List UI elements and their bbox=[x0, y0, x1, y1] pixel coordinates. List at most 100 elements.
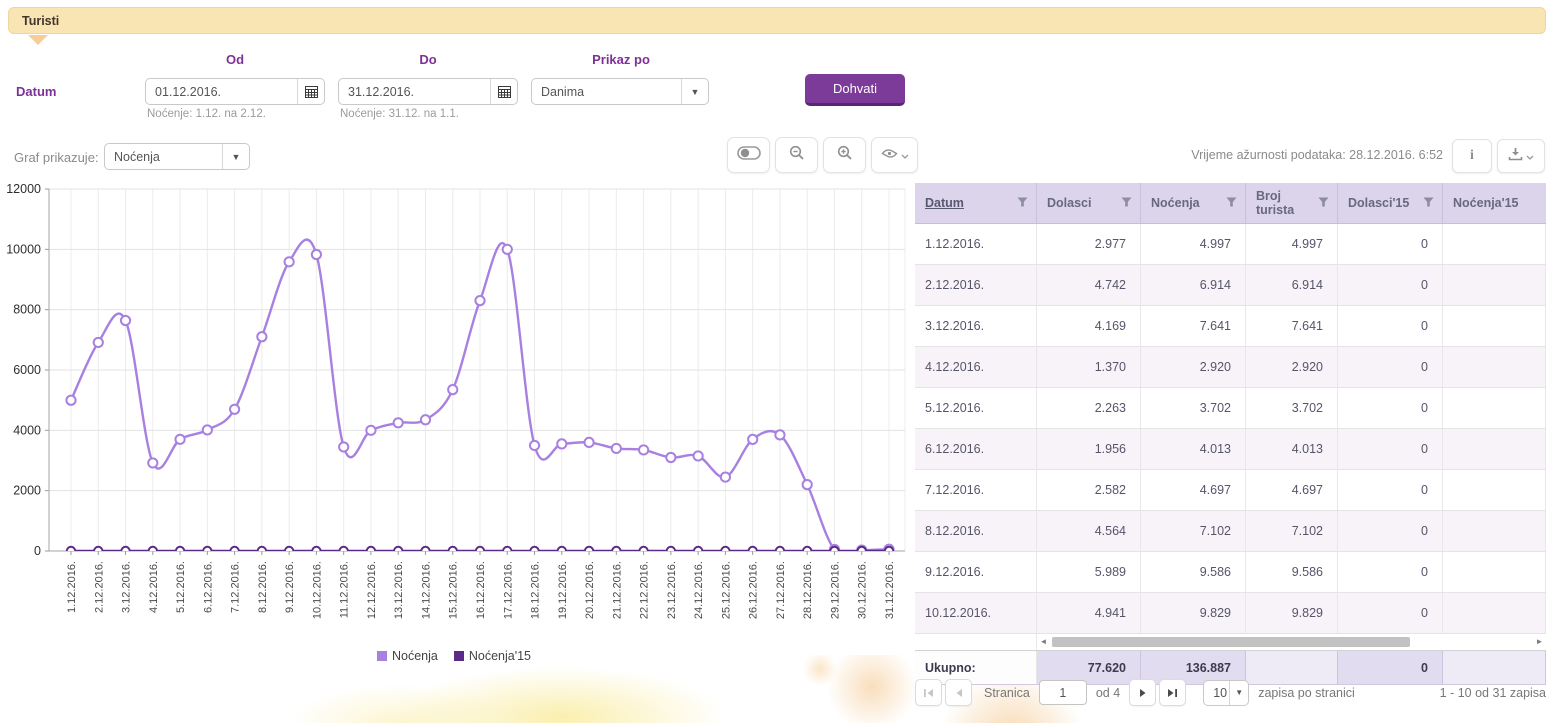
table-row[interactable]: 4.12.2016.1.3702.9202.9200 bbox=[915, 347, 1546, 388]
calendar-icon[interactable] bbox=[297, 79, 324, 104]
svg-text:23.12.2016.: 23.12.2016. bbox=[666, 561, 678, 619]
column-header-2[interactable]: Dolasci bbox=[1037, 183, 1141, 223]
next-page-button[interactable] bbox=[1129, 679, 1156, 706]
legend-item[interactable]: Noćenja bbox=[377, 649, 438, 663]
download-button[interactable] bbox=[1497, 139, 1545, 173]
dohvati-button[interactable]: Dohvati bbox=[805, 74, 905, 106]
table-row[interactable]: 6.12.2016.1.9564.0134.0130 bbox=[915, 429, 1546, 470]
chevron-down-icon bbox=[901, 146, 909, 164]
column-header-5[interactable]: Dolasci'15 bbox=[1338, 183, 1443, 223]
cell-value: 4.941 bbox=[1037, 593, 1141, 633]
table-row[interactable]: 7.12.2016.2.5824.6974.6970 bbox=[915, 470, 1546, 511]
svg-text:28.12.2016.: 28.12.2016. bbox=[802, 561, 814, 619]
visibility-menu-button[interactable] bbox=[871, 137, 918, 173]
filter-icon[interactable] bbox=[1318, 196, 1329, 210]
cell-value: 3.702 bbox=[1141, 388, 1246, 428]
cell-value: 9.829 bbox=[1141, 593, 1246, 633]
cell-date: 10.12.2016. bbox=[915, 593, 1037, 633]
column-header-label: Dolasci bbox=[1047, 196, 1091, 210]
column-header-3[interactable]: Noćenja bbox=[1141, 183, 1246, 223]
info-icon: i bbox=[1470, 148, 1474, 164]
table-row[interactable]: 8.12.2016.4.5647.1027.1020 bbox=[915, 511, 1546, 552]
svg-text:30.12.2016.: 30.12.2016. bbox=[857, 561, 869, 619]
cell-value: 4.169 bbox=[1037, 306, 1141, 346]
cell-value: 0 bbox=[1338, 470, 1443, 510]
date-to-field[interactable]: 31.12.2016. bbox=[338, 78, 518, 105]
toggle-series-button[interactable] bbox=[727, 137, 770, 173]
zoom-in-button[interactable] bbox=[823, 137, 866, 173]
svg-text:0: 0 bbox=[34, 544, 41, 558]
cell-value: 0 bbox=[1338, 429, 1443, 469]
cell-value: 6.914 bbox=[1141, 265, 1246, 305]
column-header-1[interactable]: Datum bbox=[915, 183, 1037, 223]
prikaz-po-select[interactable]: Danima ▼ bbox=[531, 78, 709, 105]
cell-value bbox=[1443, 593, 1546, 633]
chevron-down-icon: ▼ bbox=[222, 144, 249, 169]
cell-value: 0 bbox=[1338, 265, 1443, 305]
table-row[interactable]: 1.12.2016.2.9774.9974.9970 bbox=[915, 224, 1546, 265]
filter-icon[interactable] bbox=[1226, 196, 1237, 210]
svg-text:20.12.2016.: 20.12.2016. bbox=[584, 561, 596, 619]
svg-text:27.12.2016.: 27.12.2016. bbox=[775, 561, 787, 619]
cell-value: 9.586 bbox=[1246, 552, 1338, 592]
cell-value: 7.641 bbox=[1246, 306, 1338, 346]
legend-swatch bbox=[454, 651, 464, 661]
info-button[interactable]: i bbox=[1452, 139, 1492, 173]
cell-value: 0 bbox=[1338, 224, 1443, 264]
filter-icon[interactable] bbox=[1423, 196, 1434, 210]
prikaz-po-value: Danima bbox=[532, 85, 681, 99]
table-row[interactable]: 3.12.2016.4.1697.6417.6410 bbox=[915, 306, 1546, 347]
table-row[interactable]: 10.12.2016.4.9419.8299.8290 bbox=[915, 593, 1546, 634]
calendar-icon[interactable] bbox=[490, 79, 517, 104]
chevron-down-icon bbox=[1526, 147, 1534, 165]
zoom-out-button[interactable] bbox=[775, 137, 818, 173]
svg-text:6000: 6000 bbox=[13, 363, 41, 377]
page-size-select[interactable]: 10 ▼ bbox=[1203, 680, 1249, 706]
scroll-left-icon[interactable]: ◄ bbox=[1037, 634, 1050, 650]
svg-text:17.12.2016.: 17.12.2016. bbox=[502, 561, 514, 619]
date-from-field[interactable]: 01.12.2016. bbox=[145, 78, 325, 105]
filter-icon[interactable] bbox=[1121, 196, 1132, 210]
cell-value bbox=[1443, 429, 1546, 469]
filter-icon[interactable] bbox=[1017, 196, 1028, 210]
data-updated-text: Vrijeme ažurnosti podataka: 28.12.2016. … bbox=[915, 148, 1443, 162]
legend-item[interactable]: Noćenja'15 bbox=[454, 649, 531, 663]
svg-text:10000: 10000 bbox=[6, 242, 41, 256]
svg-text:2000: 2000 bbox=[13, 484, 41, 498]
cell-date: 3.12.2016. bbox=[915, 306, 1037, 346]
date-from-value: 01.12.2016. bbox=[146, 85, 297, 99]
scroll-right-icon[interactable]: ► bbox=[1533, 634, 1546, 650]
last-page-button[interactable] bbox=[1159, 679, 1186, 706]
svg-text:21.12.2016.: 21.12.2016. bbox=[611, 561, 623, 619]
column-header-4[interactable]: Broj turista bbox=[1246, 183, 1338, 223]
cell-value: 3.702 bbox=[1246, 388, 1338, 428]
chart-legend: Noćenja Noćenja'15 bbox=[0, 649, 908, 663]
cell-value: 4.697 bbox=[1246, 470, 1338, 510]
column-header-6[interactable]: Noćenja'15 bbox=[1443, 183, 1546, 223]
tab-turisti[interactable]: Turisti bbox=[8, 7, 1546, 34]
cell-value: 0 bbox=[1338, 347, 1443, 387]
cell-value bbox=[1443, 388, 1546, 428]
svg-text:4000: 4000 bbox=[13, 423, 41, 437]
horizontal-scrollbar[interactable]: ◄ ► bbox=[1037, 634, 1546, 650]
svg-text:24.12.2016.: 24.12.2016. bbox=[693, 561, 705, 619]
table-row[interactable]: 9.12.2016.5.9899.5869.5860 bbox=[915, 552, 1546, 593]
svg-text:3.12.2016.: 3.12.2016. bbox=[121, 561, 133, 613]
prikaz-po-label: Prikaz po bbox=[531, 52, 711, 67]
first-page-button[interactable] bbox=[915, 679, 942, 706]
table-row[interactable]: 5.12.2016.2.2633.7023.7020 bbox=[915, 388, 1546, 429]
scrollbar-track[interactable] bbox=[1050, 634, 1533, 650]
column-header-label: Dolasci'15 bbox=[1348, 196, 1409, 210]
cell-date: 5.12.2016. bbox=[915, 388, 1037, 428]
page-number-input[interactable] bbox=[1039, 680, 1087, 705]
svg-text:22.12.2016.: 22.12.2016. bbox=[639, 561, 651, 619]
svg-text:6.12.2016.: 6.12.2016. bbox=[202, 561, 214, 613]
cell-value: 0 bbox=[1338, 511, 1443, 551]
prev-page-button[interactable] bbox=[945, 679, 972, 706]
scrollbar-thumb[interactable] bbox=[1052, 637, 1410, 647]
tab-title: Turisti bbox=[22, 14, 59, 28]
table-row[interactable]: 2.12.2016.4.7426.9146.9140 bbox=[915, 265, 1546, 306]
cell-value: 1.956 bbox=[1037, 429, 1141, 469]
graf-prikazuje-select[interactable]: Noćenja ▼ bbox=[104, 143, 250, 170]
date-from-hint: Noćenje: 1.12. na 2.12. bbox=[147, 108, 266, 120]
